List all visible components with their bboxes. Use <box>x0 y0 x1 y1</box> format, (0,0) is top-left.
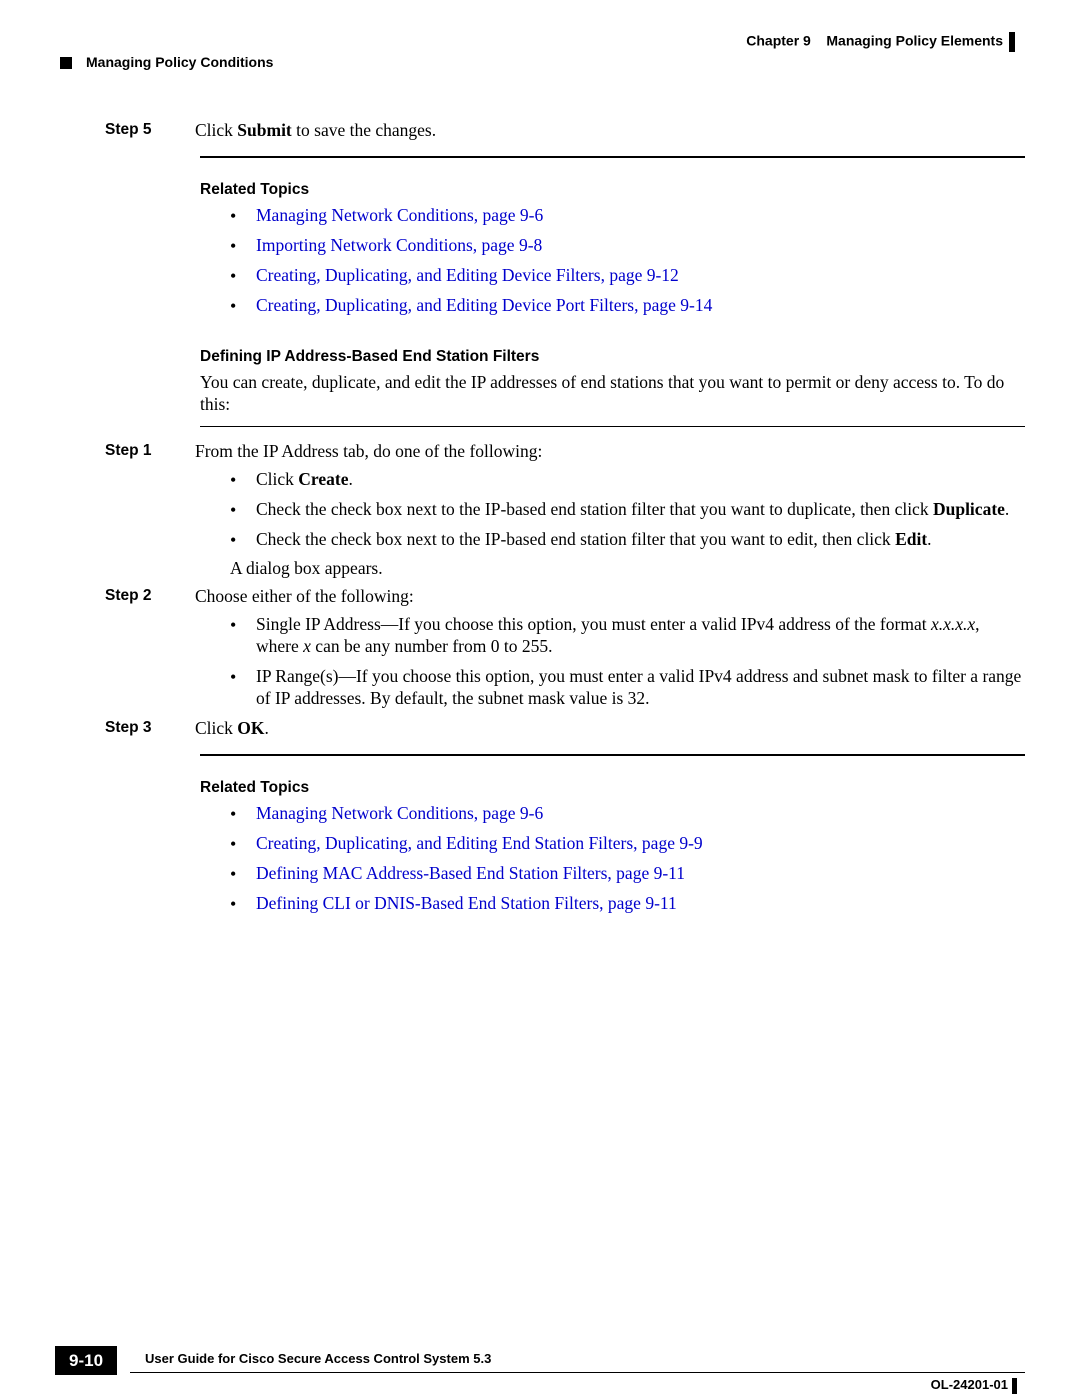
related-link-item: Creating, Duplicating, and Editing End S… <box>230 833 1025 855</box>
step-1-bullets: Click Create. Check the check box next t… <box>230 469 1025 551</box>
defining-body: You can create, duplicate, and edit the … <box>200 372 1025 416</box>
related-link-item: Creating, Duplicating, and Editing Devic… <box>230 295 1025 317</box>
step-3-row: Step 3 Click OK. <box>55 718 1025 740</box>
related-topics-list-1: Managing Network Conditions, page 9-6 Im… <box>230 205 1025 317</box>
related-link-item: Managing Network Conditions, page 9-6 <box>230 803 1025 825</box>
related-link-item: Managing Network Conditions, page 9-6 <box>230 205 1025 227</box>
divider <box>200 426 1025 427</box>
section-title: Managing Policy Conditions <box>86 54 273 70</box>
related-topics-list-2: Managing Network Conditions, page 9-6 Cr… <box>230 803 1025 915</box>
step-2-bullets: Single IP Address—If you choose this opt… <box>230 614 1025 710</box>
footer-doc-id: OL-24201-01 <box>931 1377 1017 1394</box>
related-link[interactable]: Importing Network Conditions, page 9-8 <box>256 235 542 255</box>
page-number: 9-10 <box>55 1346 117 1375</box>
related-link[interactable]: Managing Network Conditions, page 9-6 <box>256 803 543 823</box>
chapter-label: Chapter 9 <box>746 33 811 49</box>
step-1-row: Step 1 From the IP Address tab, do one o… <box>55 441 1025 463</box>
step-2-row: Step 2 Choose either of the following: <box>55 586 1025 608</box>
step-5-label: Step 5 <box>105 120 195 142</box>
related-topics-heading-1: Related Topics <box>200 180 1025 199</box>
step-1-trailing: A dialog box appears. <box>230 558 1025 580</box>
header-square-icon <box>60 57 72 69</box>
step-2-bullet: Single IP Address—If you choose this opt… <box>230 614 1025 658</box>
related-link-item: Defining MAC Address-Based End Station F… <box>230 863 1025 885</box>
step-2-bullet: IP Range(s)—If you choose this option, y… <box>230 666 1025 710</box>
header-right: Chapter 9 Managing Policy Elements <box>746 32 1015 52</box>
related-link-item: Defining CLI or DNIS-Based End Station F… <box>230 893 1025 915</box>
header-left: Managing Policy Conditions <box>60 54 273 72</box>
related-link[interactable]: Defining MAC Address-Based End Station F… <box>256 863 685 883</box>
divider <box>200 156 1025 158</box>
step-1-bullet: Check the check box next to the IP-based… <box>230 499 1025 521</box>
step-5-text: Click Submit to save the changes. <box>195 120 1025 142</box>
step-2-label: Step 2 <box>105 586 195 608</box>
related-link-item: Importing Network Conditions, page 9-8 <box>230 235 1025 257</box>
step-1-bullet: Click Create. <box>230 469 1025 491</box>
related-link[interactable]: Creating, Duplicating, and Editing Devic… <box>256 265 679 285</box>
page-footer: User Guide for Cisco Secure Access Contr… <box>55 1372 1025 1373</box>
step-3-text: Click OK. <box>195 718 1025 740</box>
related-link[interactable]: Managing Network Conditions, page 9-6 <box>256 205 543 225</box>
related-link-item: Creating, Duplicating, and Editing Devic… <box>230 265 1025 287</box>
footer-line: User Guide for Cisco Secure Access Contr… <box>130 1372 1025 1373</box>
step-5-row: Step 5 Click Submit to save the changes. <box>55 120 1025 142</box>
step-1-bullet: Check the check box next to the IP-based… <box>230 529 1025 551</box>
page-content: Step 5 Click Submit to save the changes.… <box>55 120 1025 922</box>
chapter-title: Managing Policy Elements <box>826 33 1003 49</box>
header-marker <box>1009 32 1015 52</box>
step-1-text: From the IP Address tab, do one of the f… <box>195 441 1025 463</box>
step-3-label: Step 3 <box>105 718 195 740</box>
step-1-label: Step 1 <box>105 441 195 463</box>
related-link[interactable]: Creating, Duplicating, and Editing Devic… <box>256 295 712 315</box>
related-link[interactable]: Creating, Duplicating, and Editing End S… <box>256 833 703 853</box>
related-link[interactable]: Defining CLI or DNIS-Based End Station F… <box>256 893 677 913</box>
defining-heading: Defining IP Address-Based End Station Fi… <box>200 347 1025 366</box>
related-topics-heading-2: Related Topics <box>200 778 1025 797</box>
footer-guide-title: User Guide for Cisco Secure Access Contr… <box>145 1351 491 1367</box>
step-2-text: Choose either of the following: <box>195 586 1025 608</box>
footer-right-marker <box>1012 1378 1017 1394</box>
divider <box>200 754 1025 756</box>
